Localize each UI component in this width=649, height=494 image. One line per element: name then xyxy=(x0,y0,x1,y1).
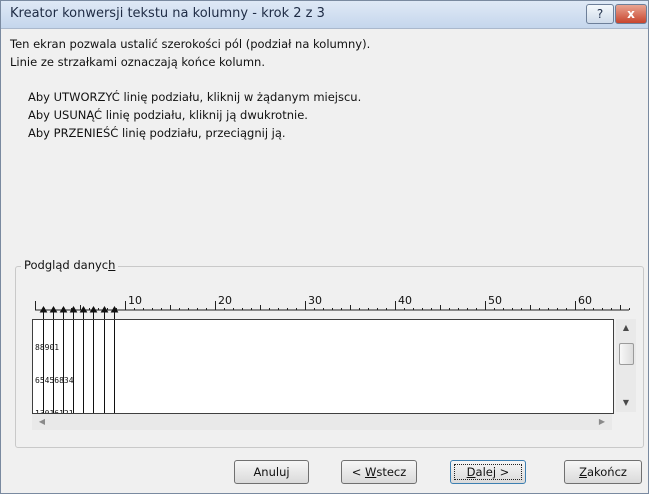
ruler-tick-label: 40 xyxy=(398,294,412,307)
data-preview-area[interactable]: 88901 65456834 13016121 67262941 6731940 xyxy=(32,319,614,414)
scroll-right-arrow-icon[interactable]: ▶ xyxy=(594,414,610,430)
column-break-line[interactable] xyxy=(104,320,105,413)
ruler-tick-label: 30 xyxy=(308,294,322,307)
scroll-up-arrow-icon[interactable]: ▲ xyxy=(616,321,636,335)
column-break-line[interactable] xyxy=(73,320,74,413)
preview-row: 88901 xyxy=(35,343,60,352)
next-button[interactable]: Dalej > xyxy=(450,460,526,484)
ruler-tick-label: 20 xyxy=(218,294,232,307)
cancel-button[interactable]: Anuluj xyxy=(234,460,309,484)
text-to-columns-wizard-dialog: Kreator konwersji tekstu na kolumny - kr… xyxy=(0,0,649,494)
column-break-line[interactable] xyxy=(53,320,54,413)
column-break-line[interactable] xyxy=(43,320,44,413)
column-break-line[interactable] xyxy=(93,320,94,413)
back-button[interactable]: < Wstecz xyxy=(341,460,417,484)
scrollbar-thumb[interactable] xyxy=(619,343,634,365)
ruler-tick-label: 60 xyxy=(578,294,592,307)
vertical-scrollbar[interactable]: ▲ ▼ xyxy=(616,319,636,412)
column-break-line[interactable] xyxy=(114,320,115,413)
finish-button[interactable]: Zakończ xyxy=(564,460,642,484)
ruler-tick-label: 50 xyxy=(488,294,502,307)
scroll-left-arrow-icon[interactable]: ◀ xyxy=(34,414,50,430)
column-break-line[interactable] xyxy=(63,320,64,413)
horizontal-scrollbar[interactable]: ◀ ▶ xyxy=(32,414,612,430)
focus-rectangle xyxy=(454,464,522,480)
column-break-line[interactable] xyxy=(83,320,84,413)
preview-row: 65456834 xyxy=(35,376,74,385)
ruler-tick-label: 10 xyxy=(128,294,142,307)
preview-text: 88901 65456834 13016121 67262941 6731940 xyxy=(35,320,74,413)
column-ruler[interactable]: 10 20 30 40 50 60 xyxy=(1,1,649,321)
scroll-down-arrow-icon[interactable]: ▼ xyxy=(616,396,636,410)
